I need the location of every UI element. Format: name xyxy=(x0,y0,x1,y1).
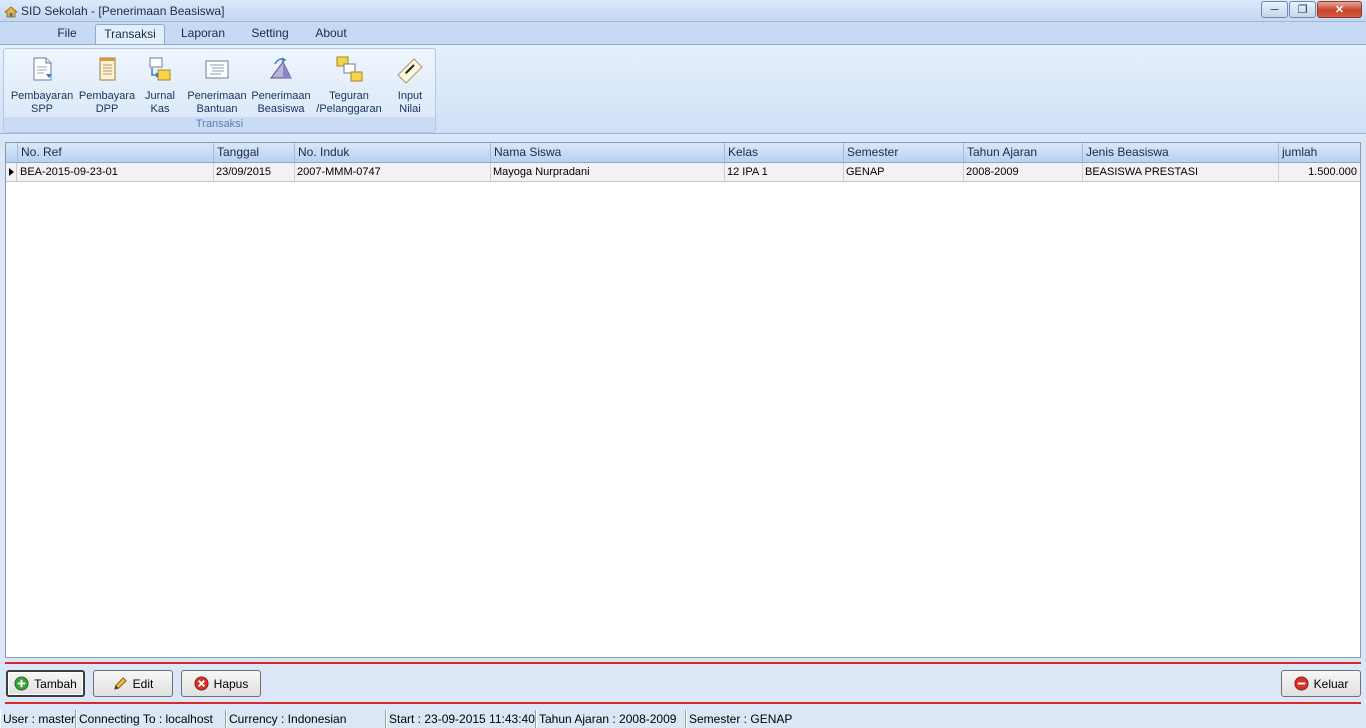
column-header-jenis-beasiswa[interactable]: Jenis Beasiswa xyxy=(1083,143,1279,162)
ribbon-label: Penerimaan xyxy=(187,90,247,102)
tab-setting[interactable]: Setting xyxy=(244,24,296,45)
tab-about[interactable]: About xyxy=(307,24,355,45)
keluar-label: Keluar xyxy=(1313,676,1349,691)
status-tahun-ajaran: Tahun Ajaran : 2008-2009 xyxy=(536,710,686,728)
status-user: User : master xyxy=(0,710,76,728)
title-bar: SID Sekolah - [Penerimaan Beasiswa] ─ ❐ … xyxy=(0,0,1366,22)
tambah-button[interactable]: Tambah xyxy=(6,670,85,697)
pembayaran-spp-button[interactable]: Pembayaran SPP xyxy=(10,53,74,116)
tab-transaksi[interactable]: Transaksi xyxy=(95,24,165,45)
exit-icon xyxy=(1294,676,1309,691)
ribbon-label: Jurnal xyxy=(145,90,175,102)
status-semester: Semester : GENAP xyxy=(686,710,1366,728)
stacked-boxes-icon xyxy=(336,56,363,82)
cell-tanggal[interactable]: 23/09/2015 xyxy=(214,163,295,181)
edit-button[interactable]: Edit xyxy=(93,670,173,697)
add-icon xyxy=(14,676,29,691)
cell-jenis-beasiswa[interactable]: BEASISWA PRESTASI xyxy=(1083,163,1279,181)
list-icon xyxy=(205,60,229,79)
hapus-button[interactable]: Hapus xyxy=(181,670,261,697)
cell-nama-siswa[interactable]: Mayoga Nurpradani xyxy=(491,163,725,181)
status-currency: Currency : Indonesian xyxy=(226,710,386,728)
penerimaan-beasiswa-button[interactable]: Penerimaan Beasiswa xyxy=(250,53,312,116)
column-header-no-induk[interactable]: No. Induk xyxy=(295,143,491,162)
separator-line xyxy=(5,662,1361,664)
table-row[interactable]: BEA-2015-09-23-01 23/09/2015 2007-MMM-07… xyxy=(6,163,1360,182)
ribbon-label: /Pelanggaran xyxy=(316,103,382,115)
separator-line xyxy=(5,702,1361,704)
document-money-icon xyxy=(33,57,52,81)
triangle-icon xyxy=(270,57,292,79)
journal-icon xyxy=(149,57,171,81)
menu-bar: File Transaksi Laporan Setting About xyxy=(0,22,1366,45)
window-title: SID Sekolah - [Penerimaan Beasiswa] xyxy=(21,4,225,18)
app-icon xyxy=(3,6,19,18)
tab-laporan[interactable]: Laporan xyxy=(172,24,234,45)
column-header-tahun-ajaran[interactable]: Tahun Ajaran xyxy=(964,143,1083,162)
ribbon: Pembayaran SPP Pembayara DPP Jurnal Kas xyxy=(0,44,1366,134)
cell-jumlah[interactable]: 1.500.000 xyxy=(1279,163,1360,181)
column-header-kelas[interactable]: Kelas xyxy=(725,143,844,162)
ribbon-label: Bantuan xyxy=(196,103,238,115)
data-grid[interactable]: No. Ref Tanggal No. Induk Nama Siswa Kel… xyxy=(5,142,1361,658)
tambah-label: Tambah xyxy=(34,676,77,691)
restore-button[interactable]: ❐ xyxy=(1289,1,1316,18)
grid-header: No. Ref Tanggal No. Induk Nama Siswa Kel… xyxy=(6,143,1360,163)
ribbon-label: Beasiswa xyxy=(257,103,305,115)
penerimaan-bantuan-button[interactable]: Penerimaan Bantuan xyxy=(186,53,248,116)
cell-no-induk[interactable]: 2007-MMM-0747 xyxy=(295,163,491,181)
pen-paper-icon xyxy=(397,58,423,84)
column-header-jumlah[interactable]: jumlah xyxy=(1279,143,1360,162)
minimize-button[interactable]: ─ xyxy=(1261,1,1288,18)
delete-icon xyxy=(194,676,209,691)
ribbon-label: Pembayara xyxy=(78,90,136,102)
status-bar: User : master Connecting To : localhost … xyxy=(0,710,1366,728)
ribbon-label: Nilai xyxy=(399,103,421,115)
input-nilai-button[interactable]: Input Nilai xyxy=(388,53,432,116)
cell-tahun-ajaran[interactable]: 2008-2009 xyxy=(964,163,1083,181)
ribbon-label: Teguran xyxy=(329,90,369,102)
row-indicator-icon xyxy=(6,163,17,181)
edit-label: Edit xyxy=(132,676,154,691)
column-header-tanggal[interactable]: Tanggal xyxy=(214,143,295,162)
minimize-icon: ─ xyxy=(1270,4,1279,16)
column-header-nama-siswa[interactable]: Nama Siswa xyxy=(491,143,725,162)
jurnal-kas-button[interactable]: Jurnal Kas xyxy=(140,53,180,116)
cell-no-ref[interactable]: BEA-2015-09-23-01 xyxy=(18,163,214,181)
ribbon-group-transaksi: Pembayaran SPP Pembayara DPP Jurnal Kas xyxy=(3,48,436,133)
keluar-button[interactable]: Keluar xyxy=(1281,670,1361,697)
close-icon: ✕ xyxy=(1334,4,1345,16)
status-connecting: Connecting To : localhost xyxy=(76,710,226,728)
ribbon-label: Kas xyxy=(150,103,170,115)
ribbon-label: SPP xyxy=(30,103,53,115)
header-indicator xyxy=(6,143,18,162)
hapus-label: Hapus xyxy=(213,676,249,691)
ribbon-label: DPP xyxy=(95,103,119,115)
cell-semester[interactable]: GENAP xyxy=(844,163,964,181)
column-header-no-ref[interactable]: No. Ref xyxy=(18,143,214,162)
column-header-semester[interactable]: Semester xyxy=(844,143,964,162)
pembayaran-dpp-button[interactable]: Pembayara DPP xyxy=(78,53,136,116)
teguran-pelanggaran-button[interactable]: Teguran /Pelanggaran xyxy=(314,53,384,116)
ribbon-label: Pembayaran xyxy=(10,90,74,102)
close-button[interactable]: ✕ xyxy=(1317,1,1362,18)
tab-file[interactable]: File xyxy=(45,24,89,45)
ribbon-group-label: Transaksi xyxy=(4,117,435,132)
pencil-icon xyxy=(113,677,127,690)
status-start: Start : 23-09-2015 11:43:40 xyxy=(386,710,536,728)
ribbon-label: Penerimaan xyxy=(251,90,311,102)
restore-icon: ❐ xyxy=(1297,4,1308,16)
cell-kelas[interactable]: 12 IPA 1 xyxy=(725,163,844,181)
notepad-icon xyxy=(99,57,116,81)
ribbon-label: Input xyxy=(397,90,423,102)
